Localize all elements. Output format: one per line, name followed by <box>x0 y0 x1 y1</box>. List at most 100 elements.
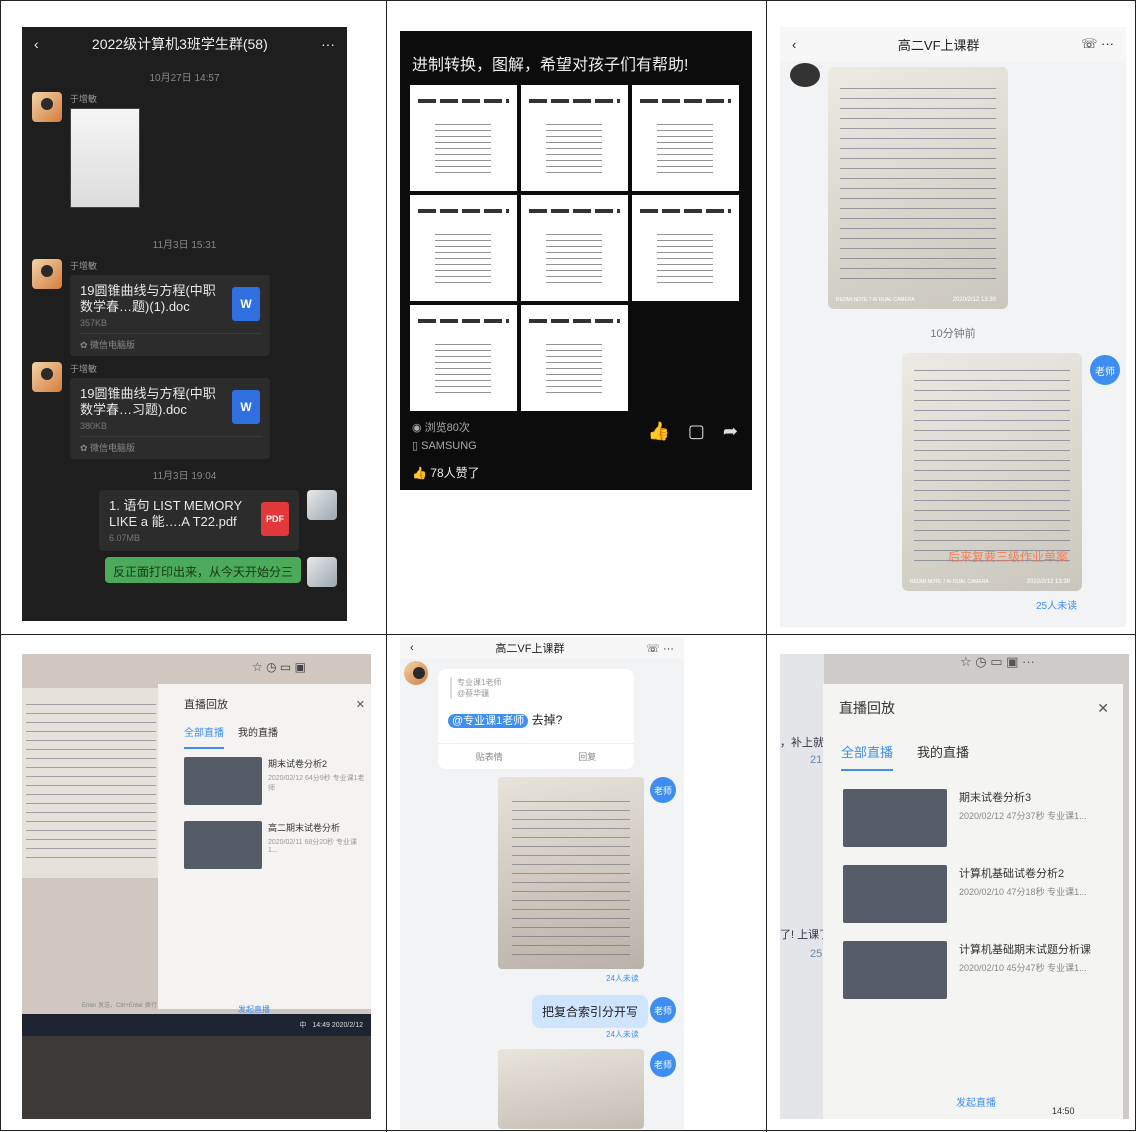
live-item[interactable]: 期末试卷分析3 2020/02/12 47分37秒 专业课1... <box>823 771 1123 847</box>
diagram-thumbnail[interactable] <box>632 85 739 191</box>
timestamp: 10月27日 14:57 <box>149 73 220 84</box>
laptop-live-replay: ☆ ◷ ▭ ▣ ✕ 直播回放 全部直播 我的直播 期末试卷分析2 2020/02… <box>22 654 371 1119</box>
teacher-avatar[interactable]: 老师 <box>650 997 676 1023</box>
screen: ☆ ◷ ▭ ▣ ✕ 直播回放 全部直播 我的直播 期末试卷分析2 2020/02… <box>22 654 371 1014</box>
live-meta: 2020/02/10 47分18秒 专业课1... <box>959 887 1087 897</box>
back-icon[interactable]: ‹ <box>792 37 796 52</box>
desktop-live-replay: ，补上就 21 了! 上课了 25 ☆ ◷ ▭ ▣ ··· ✕ 直播回放 全部直… <box>780 654 1129 1119</box>
tab-all-live[interactable]: 全部直播 <box>184 724 224 749</box>
homework-photo[interactable]: REDMI NOTE 7 AI DUAL CAMERA 2020/2/12 13… <box>828 67 1008 309</box>
live-thumbnail <box>843 941 947 999</box>
chat-title: 高二VF上课群 <box>495 643 565 655</box>
divider <box>1 634 1136 635</box>
diagram-thumbnail[interactable] <box>521 305 628 411</box>
message-row: 反正面打印出来，从今天开始分三 <box>22 557 347 587</box>
reply-button[interactable]: 回复 <box>578 750 596 763</box>
toolbar-icons[interactable]: ☆ ◷ ▭ ▣ <box>252 660 306 674</box>
ime-indicator[interactable]: 中 <box>299 1020 306 1030</box>
file-message[interactable]: 19圆锥曲线与方程(中职数学春…题)(1).doc 357KB W ✿ 微信电脑… <box>70 275 270 356</box>
unread-count[interactable]: 25人未读 <box>1036 597 1077 612</box>
live-item[interactable]: 计算机基础试卷分析2 2020/02/10 47分18秒 专业课1... <box>823 847 1123 923</box>
toolbar-icons[interactable]: ☆ ◷ ▭ ▣ ··· <box>960 654 1035 670</box>
comment-icon[interactable]: ▢ <box>688 421 705 442</box>
diagram-thumbnail[interactable] <box>410 195 517 301</box>
timestamp: 11月3日 15:31 <box>152 240 217 251</box>
share-icon[interactable]: ➦ <box>723 421 738 442</box>
diagram-thumbnail[interactable] <box>521 85 628 191</box>
homework-photo[interactable] <box>498 1049 644 1129</box>
message-row: 于增敏 19圆锥曲线与方程(中职数学春…题)(1).doc 357KB W ✿ … <box>22 259 347 356</box>
emoji-button[interactable]: 贴表情 <box>476 750 503 763</box>
teacher-avatar[interactable]: 老师 <box>650 1051 676 1077</box>
photo-date: 2020/2/12 13:39 <box>952 297 996 303</box>
chat-header: ‹ 高二VF上课群 ☏ ··· <box>780 27 1126 61</box>
live-name: 期末试卷分析2 <box>268 759 328 769</box>
tabs: 全部直播 我的直播 <box>158 712 371 749</box>
file-message[interactable]: 19圆锥曲线与方程(中职数学春…习题).doc 380KB W ✿ 微信电脑版 <box>70 378 270 459</box>
call-and-more-icons[interactable]: ☏ ··· <box>1081 36 1114 52</box>
more-icon[interactable]: ··· <box>321 36 335 52</box>
text-message[interactable]: 把复合索引分开写 <box>532 995 649 1028</box>
text-message[interactable]: 反正面打印出来，从今天开始分三 <box>104 557 301 583</box>
start-live-button[interactable]: 发起直播 <box>956 1094 996 1109</box>
homework-photo[interactable] <box>498 777 644 969</box>
avatar[interactable] <box>404 661 428 685</box>
chat-background <box>780 654 824 1119</box>
live-item[interactable]: 期末试卷分析2 2020/02/12 64分9秒 专业课1老师 <box>158 749 371 813</box>
avatar[interactable] <box>307 490 337 520</box>
diagram-thumbnail[interactable] <box>632 195 739 301</box>
side-text: ，补上就 <box>780 737 824 749</box>
call-and-more-icons[interactable]: ☏ ··· <box>646 642 674 655</box>
like-icon[interactable]: 👍 <box>647 421 669 442</box>
image-message[interactable] <box>70 108 140 208</box>
live-item[interactable]: 计算机基础期末试题分析课 2020/02/10 45分47秒 专业课1... <box>823 923 1123 999</box>
sender-name: 于增敏 <box>70 364 98 374</box>
timestamp: 10分钟前 <box>930 328 976 340</box>
close-icon[interactable]: ✕ <box>1097 700 1109 717</box>
sender-name: 于增敏 <box>70 261 98 271</box>
tab-my-live[interactable]: 我的直播 <box>238 724 278 749</box>
teacher-avatar[interactable]: 老师 <box>650 777 676 803</box>
quoted-message: 专业课1老师 @蔡华疆 <box>450 677 501 699</box>
avatar[interactable] <box>32 259 62 289</box>
file-name: 19圆锥曲线与方程(中职数学春…习题).doc <box>80 386 216 417</box>
sender-name: 于增敏 <box>70 94 98 104</box>
image-grid <box>400 85 752 411</box>
homework-photo[interactable]: 后来复要三级作业单案 REDMI NOTE 7 AI DUAL CAMERA 2… <box>902 353 1082 591</box>
unread-count[interactable]: 24人未读 <box>606 973 639 984</box>
live-meta: 2020/02/12 47分37秒 专业课1... <box>959 811 1087 821</box>
tab-my-live[interactable]: 我的直播 <box>917 742 969 771</box>
eye-icon: ◉ <box>412 422 422 434</box>
file-name: 1. 语句 LIST MEMORY LIKE a 能….A T22.pdf <box>109 498 242 529</box>
live-meta: 2020/02/12 64分9秒 专业课1老师 <box>268 775 365 792</box>
diagram-thumbnail[interactable] <box>410 85 517 191</box>
back-icon[interactable]: ‹ <box>34 36 39 52</box>
screenshot-collage: ‹ 2022级计算机3班学生群(58) ··· 10月27日 14:57 于增敏… <box>0 0 1136 1132</box>
unread-count[interactable]: 24人未读 <box>606 1029 639 1040</box>
divider <box>386 1 387 1132</box>
avatar[interactable] <box>32 362 62 392</box>
diagram-thumbnail[interactable] <box>521 195 628 301</box>
avatar[interactable] <box>790 63 820 87</box>
handwritten-note: 后来复要三级作业单案 <box>948 550 1069 564</box>
close-icon[interactable]: ✕ <box>356 698 365 711</box>
avatar[interactable] <box>32 92 62 122</box>
avatar[interactable] <box>307 557 337 587</box>
tab-all-live[interactable]: 全部直播 <box>841 742 894 771</box>
back-icon[interactable]: ‹ <box>410 642 414 654</box>
teacher-avatar[interactable]: 老师 <box>1090 355 1120 385</box>
live-name: 高二期末试卷分析 <box>268 823 341 833</box>
live-item[interactable]: 高二期末试卷分析 2020/02/11 68分20秒 专业课1... <box>158 813 371 877</box>
live-thumbnail <box>184 757 262 805</box>
file-source: ✿ 微信电脑版 <box>80 436 262 459</box>
like-count: 👍 78人赞了 <box>412 466 480 480</box>
camera-stamp: REDMI NOTE 7 AI DUAL CAMERA <box>910 579 989 585</box>
reply-card[interactable]: 专业课1老师 @蔡华疆 @专业课1老师 去掉? 贴表情 回复 <box>438 669 634 769</box>
live-name: 期末试卷分析3 <box>959 792 1032 804</box>
diagram-thumbnail[interactable] <box>410 305 517 411</box>
side-text: 25 <box>810 948 823 960</box>
file-message[interactable]: 1. 语句 LIST MEMORY LIKE a 能….A T22.pdf 6.… <box>99 490 299 551</box>
bookmark-icon: ▯ <box>412 440 419 452</box>
chat-header: ‹ 2022级计算机3班学生群(58) ··· <box>22 27 347 61</box>
live-thumbnail <box>843 865 947 923</box>
